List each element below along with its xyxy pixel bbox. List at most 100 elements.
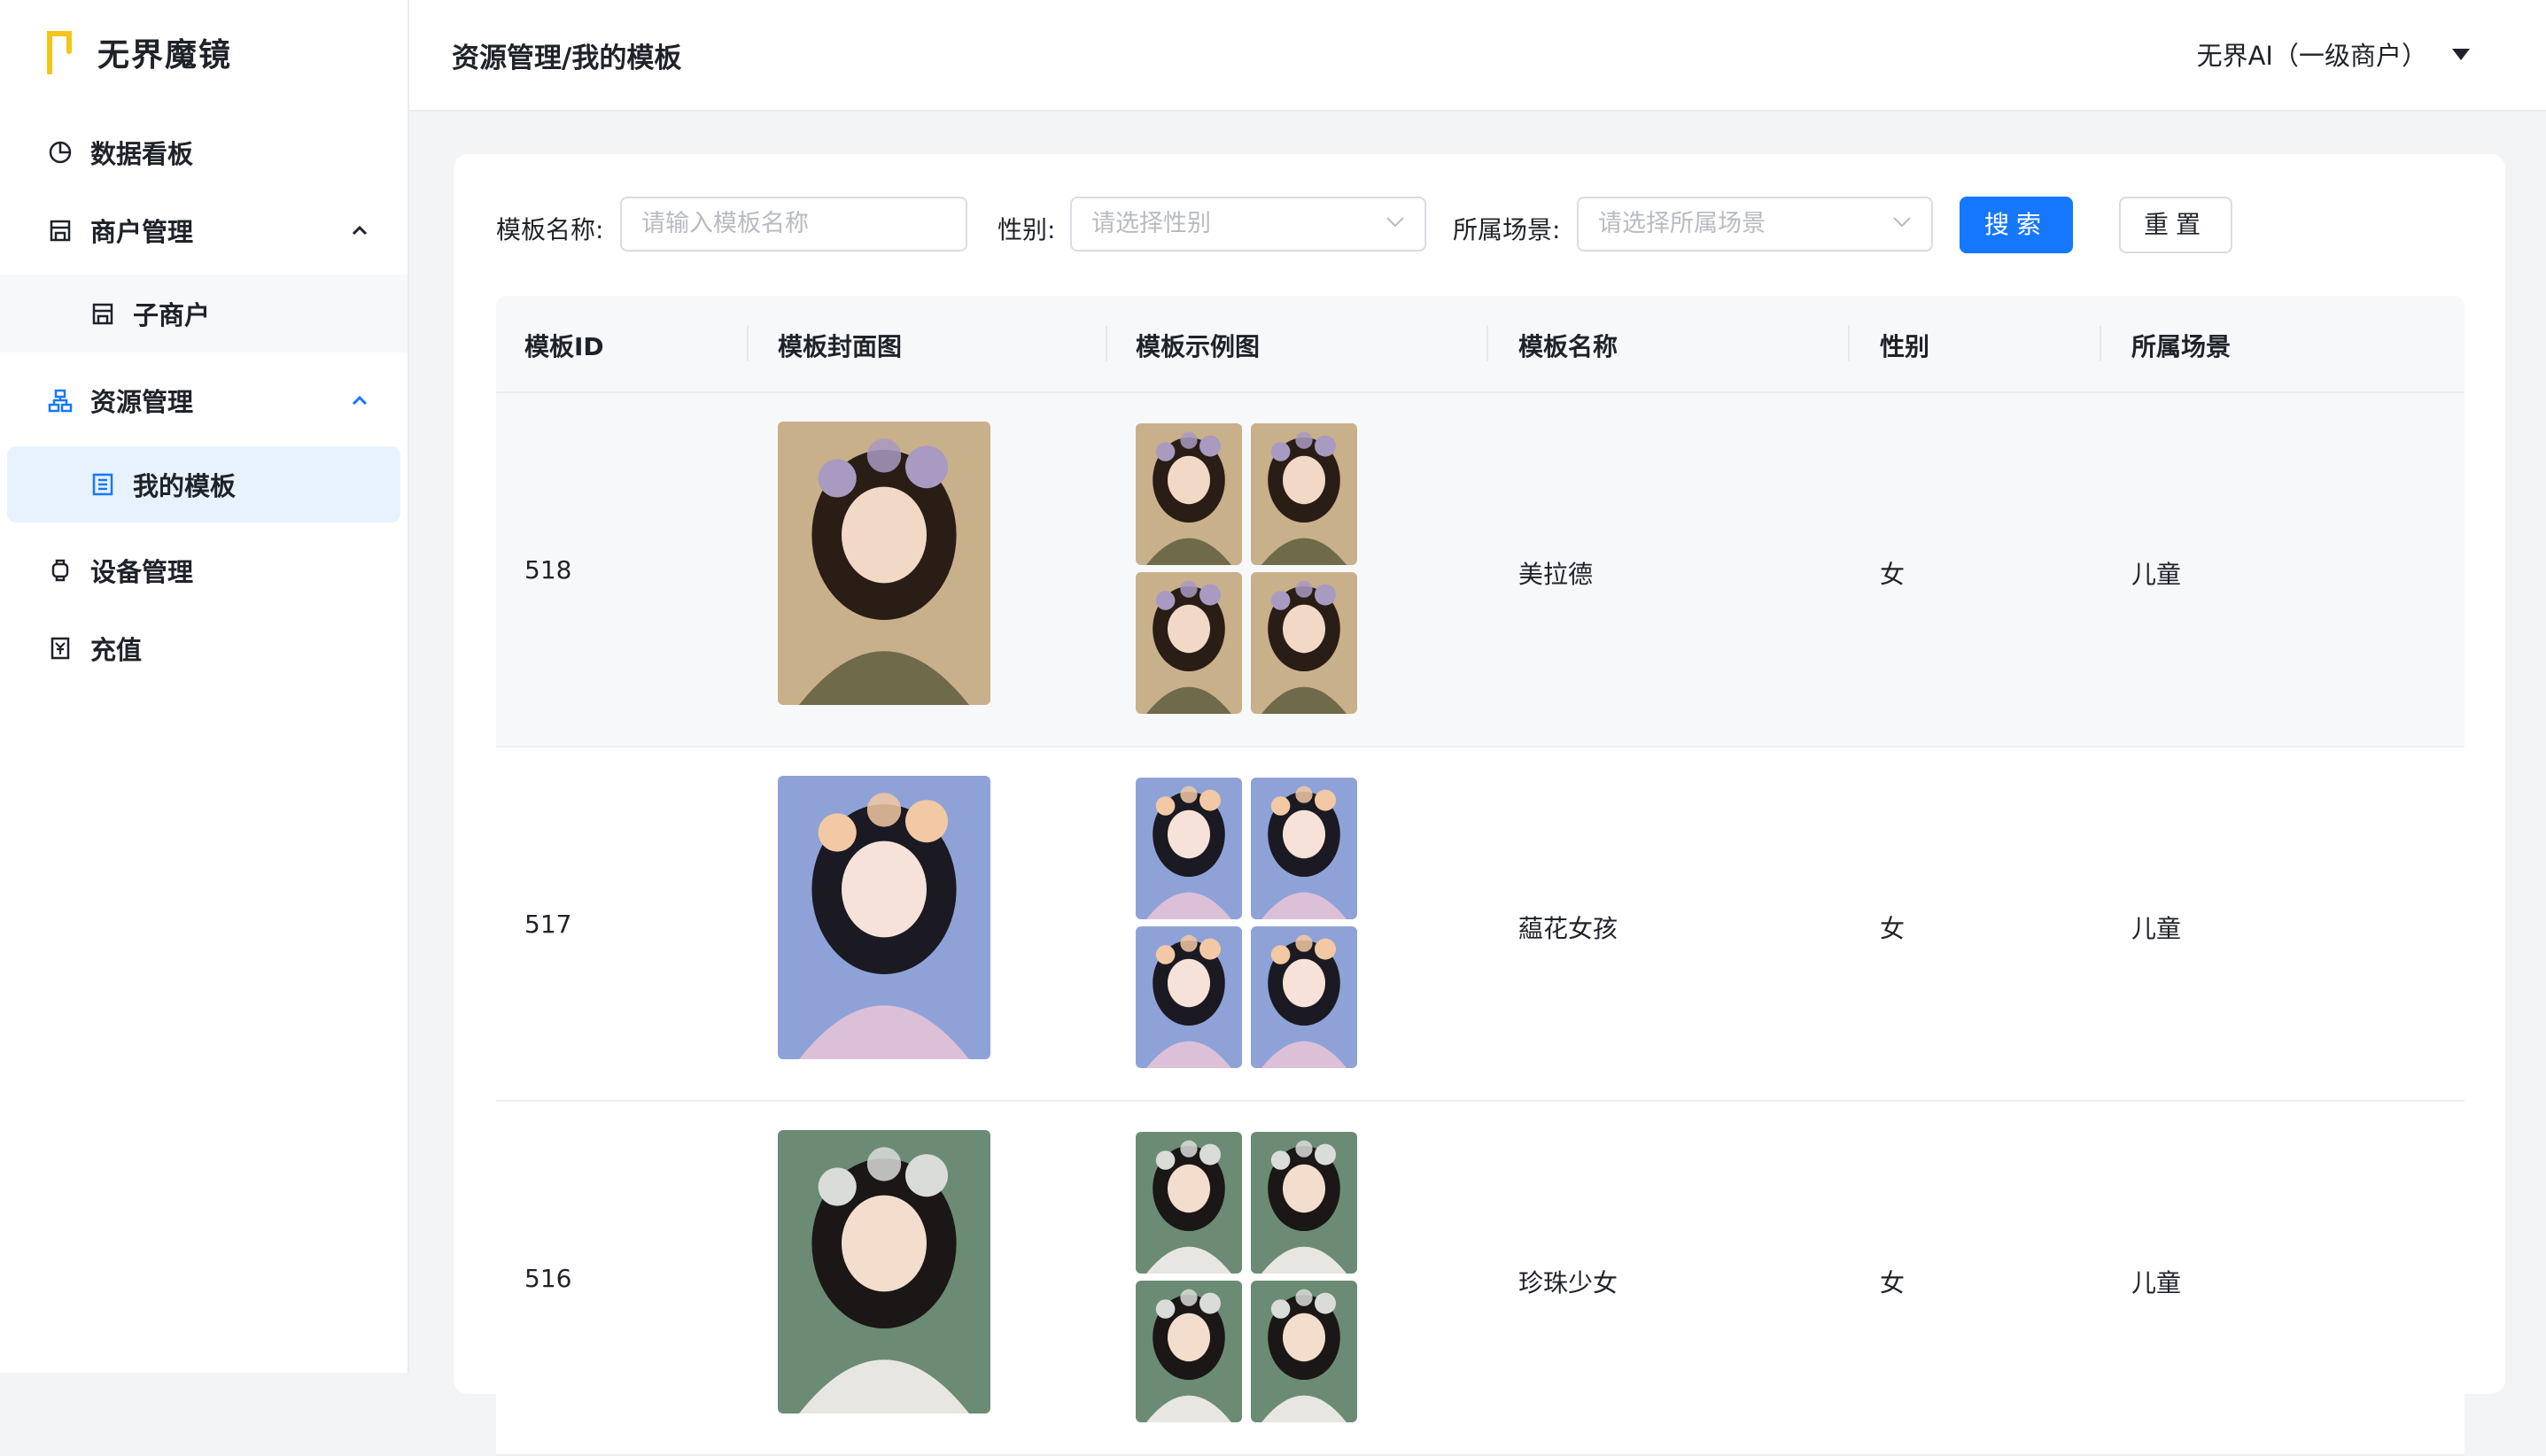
template-name-label: 模板名称: <box>496 215 604 244</box>
column-divider <box>1848 326 1850 361</box>
chevron-up-icon[interactable] <box>351 391 369 409</box>
search-button[interactable]: 搜索 <box>1960 197 2073 253</box>
template-icon <box>92 473 113 496</box>
sidebar-item-label: 设备管理 <box>90 557 194 587</box>
portrait-photo <box>778 776 990 1059</box>
template-scene: 儿童 <box>2131 1268 2182 1297</box>
portrait-photo <box>1136 778 1242 919</box>
gender-label: 性别: <box>997 215 1056 244</box>
sidebar-item-merchant-management[interactable]: 商户管理 <box>0 191 408 269</box>
portrait-photo <box>778 1130 990 1413</box>
account-name: 无界AI（一级商户） <box>2196 41 2427 71</box>
column-divider <box>1106 326 1107 361</box>
recharge-icon <box>50 637 70 660</box>
template-example-thumbnail[interactable] <box>1136 1281 1242 1422</box>
sidebar: 无界魔镜 数据看板 商户管理 子商户 资源管理 我的模板 设备管理 充值 <box>0 0 409 1373</box>
sidebar-item-dashboard[interactable]: 数据看板 <box>0 113 408 191</box>
app-name: 无界魔镜 <box>97 37 233 74</box>
template-id: 518 <box>524 555 572 585</box>
app-logo[interactable]: 无界魔镜 <box>46 28 232 76</box>
store-icon <box>50 220 71 242</box>
sidebar-item-sub-merchant[interactable]: 子商户 <box>0 275 408 352</box>
portrait-photo <box>1251 778 1357 919</box>
template-example-thumbnail[interactable] <box>1136 423 1242 565</box>
template-example-thumbnail[interactable] <box>1251 1132 1357 1274</box>
template-example-thumbnail[interactable] <box>1251 423 1357 565</box>
account-menu[interactable]: 无界AI（一级商户） <box>2197 35 2470 73</box>
column-header-name: 模板名称 <box>1518 332 1618 361</box>
table-row[interactable]: 517 藴花女孩 女 儿童 <box>496 747 2464 1102</box>
filter-bar: 模板名称: 请输入模板名称 性别: 请选择性别 所属场景: 请选择所属场景 搜索… <box>496 197 2463 253</box>
gender-placeholder: 请选择性别 <box>1091 210 1211 237</box>
template-example-thumbnail[interactable] <box>1136 926 1242 1068</box>
column-divider <box>747 326 749 361</box>
portrait-photo <box>1251 926 1357 1068</box>
column-header-scene: 所属场景 <box>2131 332 2232 361</box>
sidebar-item-label: 充值 <box>90 635 143 665</box>
sidebar-item-recharge[interactable]: 充值 <box>0 609 408 687</box>
template-example-images <box>1136 423 1357 714</box>
template-scene: 儿童 <box>2131 914 2182 943</box>
template-id: 516 <box>524 1264 572 1293</box>
scene-placeholder: 请选择所属场景 <box>1598 210 1766 237</box>
template-example-thumbnail[interactable] <box>1251 572 1357 714</box>
template-example-images <box>1136 778 1357 1068</box>
portrait-photo <box>1136 1132 1242 1274</box>
portrait-photo <box>1251 423 1357 565</box>
pie-chart-icon <box>49 141 72 164</box>
sidebar-item-label: 我的模板 <box>133 471 237 501</box>
template-cover-image[interactable] <box>778 1130 990 1413</box>
template-gender: 女 <box>1880 914 1906 943</box>
portrait-photo <box>778 422 990 705</box>
template-name: 珍珠少女 <box>1518 1268 1618 1297</box>
content-card: 模板名称: 请输入模板名称 性别: 请选择性别 所属场景: 请选择所属场景 搜索… <box>454 154 2505 1456</box>
sidebar-item-label: 资源管理 <box>90 387 194 417</box>
portrait-photo <box>1136 572 1242 714</box>
column-divider <box>1486 326 1488 361</box>
template-example-thumbnail[interactable] <box>1136 572 1242 714</box>
template-name: 藴花女孩 <box>1518 914 1618 943</box>
sidebar-item-label: 商户管理 <box>90 217 194 247</box>
breadcrumb: 资源管理/我的模板 <box>452 43 682 74</box>
table-row[interactable]: 516 珍珠少女 女 儿童 <box>496 1102 2464 1456</box>
template-example-thumbnail[interactable] <box>1251 926 1357 1068</box>
chevron-down-icon <box>1893 217 1911 228</box>
template-example-thumbnail[interactable] <box>1136 1132 1242 1274</box>
column-divider <box>2100 326 2101 361</box>
table-header: 模板ID 模板封面图 模板示例图 模板名称 性别 所属场景 <box>496 296 2464 393</box>
portrait-photo <box>1251 1132 1357 1274</box>
template-name-placeholder: 请输入模板名称 <box>641 210 809 237</box>
chevron-down-icon <box>1386 217 1404 228</box>
sidebar-item-label: 数据看板 <box>90 139 194 169</box>
sidebar-item-resource-management[interactable]: 资源管理 <box>0 361 408 439</box>
template-gender: 女 <box>1880 1268 1906 1297</box>
template-example-thumbnail[interactable] <box>1251 778 1357 919</box>
template-cover-image[interactable] <box>778 776 990 1059</box>
reset-button[interactable]: 重置 <box>2119 197 2232 253</box>
caret-down-icon[interactable] <box>2452 48 2470 60</box>
column-header-examples: 模板示例图 <box>1136 332 1261 361</box>
template-name-input[interactable]: 请输入模板名称 <box>620 197 967 252</box>
template-scene: 儿童 <box>2131 560 2182 589</box>
column-header-id: 模板ID <box>524 332 604 361</box>
template-example-thumbnail[interactable] <box>1136 778 1242 919</box>
portrait-photo <box>1251 1281 1357 1422</box>
template-cover-image[interactable] <box>778 422 990 705</box>
portrait-photo <box>1136 926 1242 1068</box>
column-header-cover: 模板封面图 <box>778 332 903 361</box>
table-row[interactable]: 518 美拉德 女 儿童 <box>496 393 2464 747</box>
column-header-gender: 性别 <box>1880 332 1930 361</box>
chevron-up-icon[interactable] <box>351 221 369 239</box>
gender-select[interactable]: 请选择性别 <box>1070 197 1426 252</box>
template-example-thumbnail[interactable] <box>1251 1281 1357 1422</box>
sidebar-item-label: 子商户 <box>133 300 211 330</box>
scene-select[interactable]: 请选择所属场景 <box>1577 197 1933 252</box>
sidebar-item-device-management[interactable]: 设备管理 <box>0 531 408 609</box>
template-id: 517 <box>524 910 572 939</box>
portrait-photo <box>1251 572 1357 714</box>
template-gender: 女 <box>1880 560 1906 589</box>
sidebar-item-my-templates[interactable]: 我的模板 <box>7 446 400 523</box>
portrait-photo <box>1136 423 1242 565</box>
scene-label: 所属场景: <box>1453 215 1561 244</box>
org-chart-icon <box>48 389 73 413</box>
